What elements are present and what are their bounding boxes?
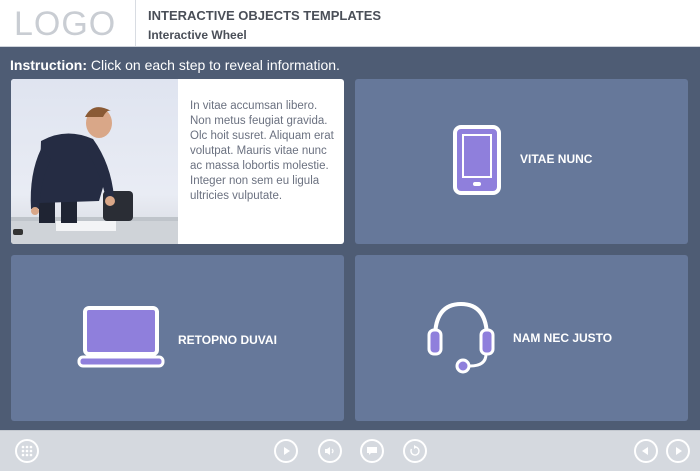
next-icon	[676, 447, 682, 455]
page-subtitle: Interactive Wheel	[148, 28, 247, 42]
card-step-4[interactable]: NAM NEC JUSTO	[355, 255, 688, 421]
instruction-label: Instruction:	[10, 57, 87, 73]
laptop-icon	[77, 306, 165, 368]
volume-button[interactable]	[318, 439, 342, 463]
next-button[interactable]	[666, 439, 690, 463]
page-title: INTERACTIVE OBJECTS TEMPLATES	[148, 8, 382, 23]
speaker-icon	[325, 447, 334, 455]
replay-button[interactable]	[403, 439, 427, 463]
card-step-2[interactable]: VITAE NUNC	[355, 79, 688, 244]
menu-grid-button[interactable]	[15, 439, 39, 463]
man-at-desk-photo	[11, 79, 178, 244]
replay-icon	[410, 445, 420, 456]
speech-bubble-icon	[367, 447, 377, 455]
grid-icon	[21, 445, 33, 457]
play-button[interactable]	[274, 439, 298, 463]
instruction: Instruction: Click on each step to revea…	[10, 57, 340, 73]
instruction-text: Click on each step to reveal information…	[87, 57, 340, 73]
headset-icon	[427, 301, 495, 374]
step-1-description: In vitae accumsan libero. Non metus feug…	[190, 100, 334, 202]
step-4-label: NAM NEC JUSTO	[513, 331, 613, 345]
logo: LOGO	[0, 0, 136, 46]
card-step-3[interactable]: RETOPNO DUVAI	[11, 255, 344, 421]
play-icon	[284, 447, 290, 455]
header: LOGO INTERACTIVE OBJECTS TEMPLATES Inter…	[0, 0, 700, 47]
tablet-icon	[453, 125, 501, 195]
bottom-toolbar	[0, 430, 700, 471]
card-step-1-open[interactable]: In vitae accumsan libero. Non metus feug…	[11, 79, 344, 244]
step-3-label: RETOPNO DUVAI	[178, 333, 277, 347]
previous-icon	[642, 447, 648, 455]
step-2-label: VITAE NUNC	[520, 152, 593, 166]
captions-button[interactable]	[360, 439, 384, 463]
app-frame: LOGO INTERACTIVE OBJECTS TEMPLATES Inter…	[0, 0, 700, 471]
previous-button[interactable]	[634, 439, 658, 463]
